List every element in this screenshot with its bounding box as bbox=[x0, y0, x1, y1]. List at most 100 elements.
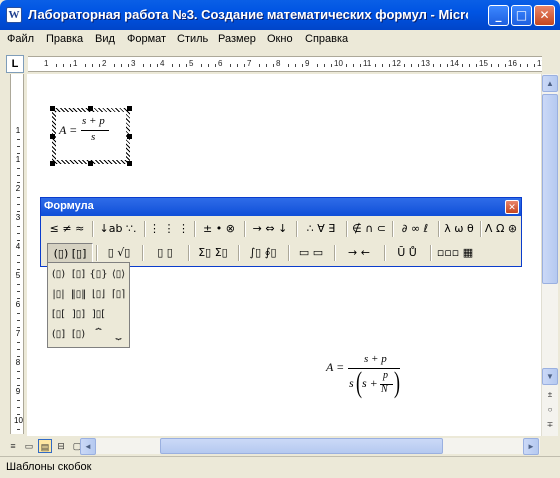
ruler-number: 13 bbox=[421, 59, 430, 68]
left-open-interval-template[interactable]: [▯[ bbox=[49, 305, 68, 324]
palette-title-bar[interactable]: Формула ✕ bbox=[41, 198, 521, 216]
ruler-tick bbox=[17, 298, 20, 299]
vertical-ruler[interactable]: 11234567891011 bbox=[10, 74, 24, 434]
operators-button[interactable]: ± • ⊗ bbox=[197, 219, 241, 239]
subscripts-button[interactable]: ▯ ▯ bbox=[145, 243, 185, 263]
angle-brackets-template[interactable]: ⟨▯⟩ bbox=[109, 265, 128, 284]
relations-button[interactable]: ≤ ≠ ≈ bbox=[47, 219, 87, 239]
arrows-button[interactable]: → ⇔ ↓ bbox=[247, 219, 293, 239]
scroll-left-icon[interactable]: ◄ bbox=[80, 438, 96, 455]
ruler-number: 1 bbox=[73, 59, 78, 68]
minimize-icon[interactable]: _ bbox=[488, 5, 509, 26]
abs-bars-template[interactable]: |▯| bbox=[49, 285, 68, 304]
ruler-number: 6 bbox=[218, 59, 223, 68]
resize-handle[interactable] bbox=[127, 134, 132, 139]
fractions-radicals-button[interactable]: ▯ √▯ bbox=[99, 243, 139, 263]
brackets-templates-menu: (▯) [▯] {▯} ⟨▯⟩ |▯| ‖▯‖ ⌊▯⌋ ⌈▯⌉ [▯[ ]▯] … bbox=[47, 262, 130, 348]
ruler-tick bbox=[534, 64, 535, 67]
ruler-number: 8 bbox=[15, 358, 21, 367]
palette-close-icon[interactable]: ✕ bbox=[505, 200, 519, 214]
ruler-tick bbox=[404, 64, 405, 67]
curly-braces-template[interactable]: {▯} bbox=[89, 265, 108, 284]
horizontal-ruler[interactable]: 11234567891011121314151617 bbox=[28, 56, 542, 72]
spaces-button[interactable]: ↓ab ∵. bbox=[95, 219, 141, 239]
overbrace-template[interactable]: ⏞ bbox=[89, 325, 108, 344]
integrals-button[interactable]: ∫▯ ∮▯ bbox=[241, 243, 285, 263]
half-closed-interval-template[interactable]: [▯) bbox=[69, 325, 88, 344]
ruler-tick bbox=[302, 64, 303, 67]
horizontal-scrollbar-area: ≡ ▭ ▤ ⊟ ▢ ◄ ► bbox=[0, 436, 560, 456]
ruler-number: 5 bbox=[15, 271, 21, 280]
ruler-tick bbox=[527, 64, 528, 67]
resize-handle[interactable] bbox=[127, 161, 132, 166]
scroll-right-icon[interactable]: ► bbox=[523, 438, 539, 455]
square-brackets-template[interactable]: [▯] bbox=[69, 265, 88, 284]
brackets-template-button[interactable]: (▯) [▯] bbox=[47, 243, 93, 263]
ruler-number: 10 bbox=[14, 416, 23, 425]
ruler-tick bbox=[295, 64, 296, 67]
horizontal-scrollbar[interactable]: ◄ ► bbox=[80, 438, 540, 455]
next-object-icon[interactable]: ∓ bbox=[542, 417, 558, 434]
equation-lhs: A = bbox=[59, 123, 78, 137]
resize-handle[interactable] bbox=[50, 106, 55, 111]
overbars-button[interactable]: ▭ ▭ bbox=[291, 243, 331, 263]
menu-view[interactable]: Вид bbox=[95, 33, 115, 45]
half-open-interval-template[interactable]: (▯] bbox=[49, 325, 68, 344]
resize-handle[interactable] bbox=[88, 161, 93, 166]
tab-stop-selector[interactable]: L bbox=[6, 55, 24, 73]
matrices-button[interactable]: ▫▫▫ ▦ bbox=[433, 243, 477, 263]
menu-style[interactable]: Стиль bbox=[177, 33, 208, 45]
ruler-number: 3 bbox=[131, 59, 136, 68]
scroll-down-icon[interactable]: ▼ bbox=[542, 368, 558, 385]
menu-file[interactable]: Файл bbox=[7, 33, 34, 45]
inner-sum: s + bbox=[362, 376, 378, 390]
vertical-scroll-thumb[interactable] bbox=[542, 94, 558, 284]
embellishments-button[interactable]: ⋮ ⋮ ⋮ bbox=[147, 219, 191, 239]
double-bars-template[interactable]: ‖▯‖ bbox=[69, 285, 88, 304]
menu-edit[interactable]: Правка bbox=[46, 33, 83, 45]
products-button[interactable]: Ū Ů bbox=[387, 243, 427, 263]
normal-view-icon[interactable]: ≡ bbox=[6, 439, 20, 453]
ruler-tick bbox=[244, 64, 245, 67]
inner-numerator: p bbox=[383, 370, 388, 381]
maximize-icon[interactable]: □ bbox=[511, 5, 532, 26]
resize-handle[interactable] bbox=[127, 106, 132, 111]
resize-handle[interactable] bbox=[50, 161, 55, 166]
ruler-number: 16 bbox=[508, 59, 517, 68]
greek-upper-button[interactable]: Λ Ω ⊛ bbox=[483, 219, 519, 239]
ruler-number: 1 bbox=[44, 59, 49, 68]
menu-size[interactable]: Размер bbox=[218, 33, 256, 45]
outline-view-icon[interactable]: ⊟ bbox=[54, 439, 68, 453]
ruler-tick bbox=[17, 240, 20, 241]
greek-lower-button[interactable]: λ ω θ bbox=[441, 219, 477, 239]
parentheses-template[interactable]: (▯) bbox=[49, 265, 68, 284]
web-view-icon[interactable]: ▭ bbox=[22, 439, 36, 453]
vertical-scrollbar[interactable]: ▲ ▼ ± ○ ∓ bbox=[541, 74, 558, 436]
menu-format[interactable]: Формат bbox=[127, 33, 166, 45]
separator bbox=[288, 245, 290, 261]
misc-symbols-button[interactable]: ∂ ∞ ℓ bbox=[395, 219, 435, 239]
logic-button[interactable]: ∴ ∀ ∃ bbox=[299, 219, 343, 239]
status-text: Шаблоны скобок bbox=[6, 461, 92, 473]
labeled-arrows-button[interactable]: → ← bbox=[337, 243, 381, 263]
set-theory-button[interactable]: ∉ ∩ ⊂ bbox=[349, 219, 389, 239]
menu-window[interactable]: Окно bbox=[267, 33, 293, 45]
word-app-icon: W bbox=[6, 7, 22, 23]
print-layout-view-icon[interactable]: ▤ bbox=[38, 439, 52, 453]
ceiling-template[interactable]: ⌈▯⌉ bbox=[109, 285, 128, 304]
ruler-tick bbox=[505, 64, 506, 67]
right-open-interval-template[interactable]: ]▯] bbox=[69, 305, 88, 324]
summation-button[interactable]: Σ▯ Σ▯ bbox=[191, 243, 235, 263]
ruler-number: 15 bbox=[479, 59, 488, 68]
menu-help[interactable]: Справка bbox=[305, 33, 348, 45]
open-interval-template[interactable]: ]▯[ bbox=[89, 305, 108, 324]
scroll-up-icon[interactable]: ▲ bbox=[542, 75, 558, 92]
horizontal-scroll-thumb[interactable] bbox=[160, 438, 443, 454]
resize-handle[interactable] bbox=[50, 134, 55, 139]
ruler-tick bbox=[469, 64, 470, 67]
close-icon[interactable]: ✕ bbox=[534, 5, 555, 26]
resize-handle[interactable] bbox=[88, 106, 93, 111]
ruler-tick bbox=[17, 378, 20, 379]
floor-template[interactable]: ⌊▯⌋ bbox=[89, 285, 108, 304]
underbrace-template[interactable]: ⏟ bbox=[109, 325, 128, 344]
